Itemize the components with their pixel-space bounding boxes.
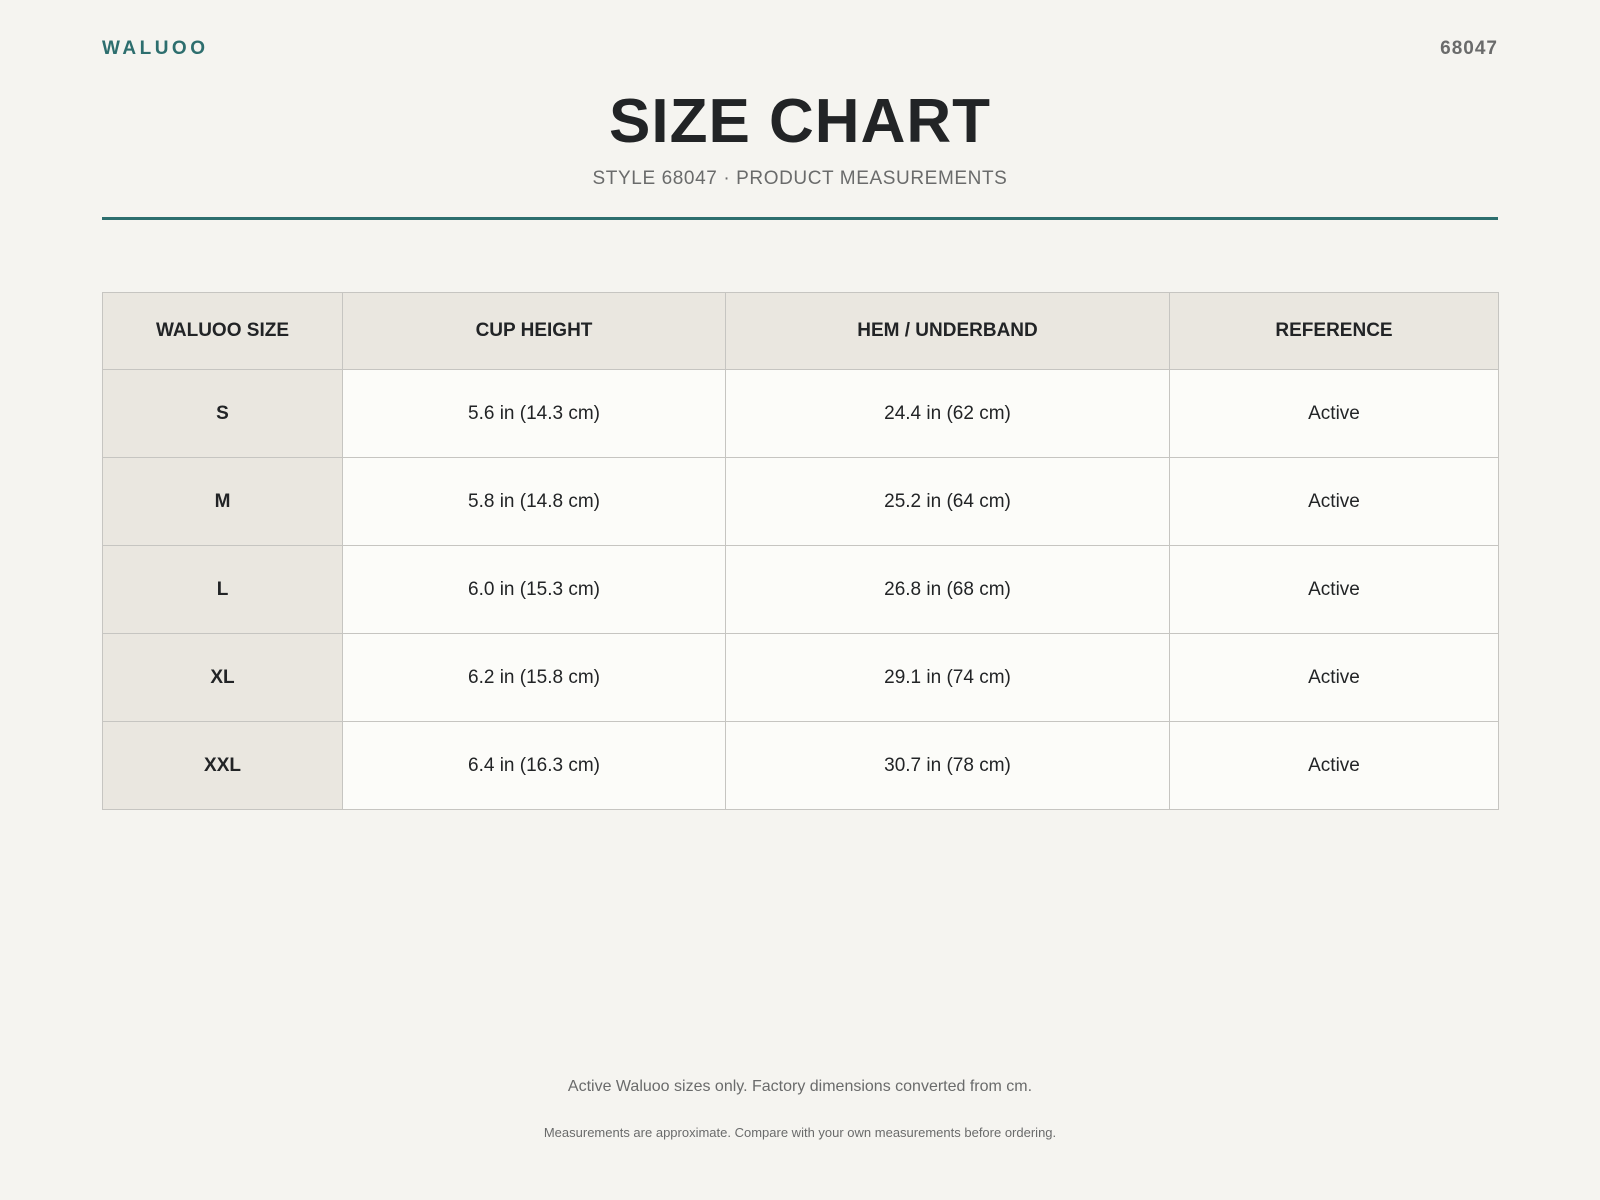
page-subtitle: STYLE 68047 · PRODUCT MEASUREMENTS [592,168,1008,189]
cup-height-cell: 6.2 in (15.8 cm) [342,633,726,722]
column-header-reference: REFERENCE [1169,292,1499,370]
hem-underband-cell: 30.7 in (78 cm) [725,721,1170,810]
hem-underband-cell: 29.1 in (74 cm) [725,633,1170,722]
table-row: XXL 6.4 in (16.3 cm) 30.7 in (78 cm) Act… [102,721,1499,810]
size-cell: XL [102,633,343,722]
title-divider [102,217,1498,220]
cup-height-cell: 6.4 in (16.3 cm) [342,721,726,810]
reference-cell: Active [1169,721,1499,810]
table-header-row: WALUOO SIZE CUP HEIGHT HEM / UNDERBAND R… [102,292,1499,370]
table-row: M 5.8 in (14.8 cm) 25.2 in (64 cm) Activ… [102,457,1499,546]
hem-underband-cell: 24.4 in (62 cm) [725,369,1170,458]
footnote-secondary: Measurements are approximate. Compare wi… [543,1125,1057,1140]
size-cell: XXL [102,721,343,810]
brand-logo-text: WALUOO [102,38,209,59]
cup-height-cell: 5.6 in (14.3 cm) [342,369,726,458]
reference-cell: Active [1169,545,1499,634]
page-title: SIZE CHART [609,87,991,156]
reference-cell: Active [1169,369,1499,458]
hem-underband-cell: 26.8 in (68 cm) [725,545,1170,634]
column-header-size: WALUOO SIZE [102,292,343,370]
reference-cell: Active [1169,457,1499,546]
column-header-cup-height: CUP HEIGHT [342,292,726,370]
table-row: L 6.0 in (15.3 cm) 26.8 in (68 cm) Activ… [102,545,1499,634]
cup-height-cell: 5.8 in (14.8 cm) [342,457,726,546]
size-chart-page: WALUOO 68047 SIZE CHART STYLE 68047 · PR… [0,0,1600,1200]
reference-cell: Active [1169,633,1499,722]
size-cell: S [102,369,343,458]
top-bar: WALUOO 68047 [102,36,1498,62]
size-cell: L [102,545,343,634]
table-row: XL 6.2 in (15.8 cm) 29.1 in (74 cm) Acti… [102,633,1499,722]
table-row: S 5.6 in (14.3 cm) 24.4 in (62 cm) Activ… [102,369,1499,458]
size-cell: M [102,457,343,546]
size-table: WALUOO SIZE CUP HEIGHT HEM / UNDERBAND R… [102,292,1499,810]
style-code: 68047 [1440,38,1498,59]
hem-underband-cell: 25.2 in (64 cm) [725,457,1170,546]
cup-height-cell: 6.0 in (15.3 cm) [342,545,726,634]
column-header-hem-underband: HEM / UNDERBAND [725,292,1170,370]
footnote-primary: Active Waluoo sizes only. Factory dimens… [567,1078,1033,1095]
